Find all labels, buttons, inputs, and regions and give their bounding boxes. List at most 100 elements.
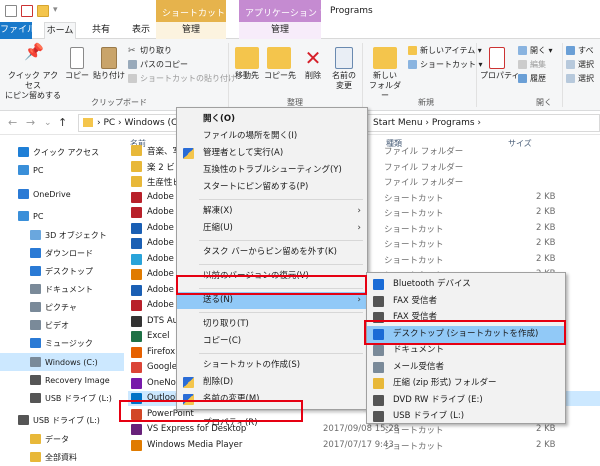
context-menu-item[interactable]: 圧縮(U) › (177, 220, 367, 237)
nav-item[interactable]: USB ドライブ (L:) (0, 389, 124, 407)
tab-view[interactable]: 表示 (126, 22, 156, 39)
open-button[interactable]: 開く ▾ (518, 45, 553, 56)
context-menu-label: 互換性のトラブルシューティング(Y) (203, 165, 342, 175)
paste-shortcut-button[interactable]: ショートカットの貼り付け (128, 73, 236, 84)
context-menu-label: ショートカットの作成(S) (203, 360, 301, 370)
nav-item[interactable]: ドキュメント (0, 280, 124, 298)
new-folder-button[interactable]: 新しい フォルダー (366, 47, 404, 101)
forward-arrow-icon[interactable]: → (26, 116, 35, 129)
sendto-item[interactable]: DVD RW ドライブ (E:) (367, 392, 565, 409)
nav-item[interactable]: Windows (C:) (0, 353, 124, 371)
context-menu-item[interactable]: 互換性のトラブルシューティング(Y) (177, 162, 367, 179)
paste-button[interactable]: 貼り付け (92, 47, 126, 81)
pin-quick-access-button[interactable]: 📌 クイック アクセス にピン留めする (4, 44, 62, 101)
tab-manage-shortcut[interactable]: 管理 (156, 22, 226, 39)
file-size: 2 KB (536, 238, 556, 248)
file-type: ショートカット (384, 240, 444, 250)
nav-item[interactable]: ダウンロード (0, 244, 124, 262)
ctx-tab-app: アプリケーション ツール (239, 0, 347, 22)
nav-item[interactable]: 3D オブジェクト (0, 226, 124, 244)
menu-separator (199, 353, 363, 354)
copy-to-button[interactable]: コピー先 (264, 47, 296, 81)
nav-item[interactable]: ミュージック (0, 334, 124, 352)
nav-item[interactable]: USB ドライブ (L:) (0, 411, 124, 429)
nav-item-label: ドキュメント (45, 284, 93, 294)
sendto-item-icon (373, 378, 384, 389)
tab-share[interactable]: 共有 (86, 22, 116, 39)
folder-icon (83, 118, 93, 127)
move-to-button[interactable]: 移動先 (232, 47, 262, 81)
up-arrow-icon[interactable]: ↑ (58, 116, 67, 129)
sendto-item[interactable]: 圧縮 (zip 形式) フォルダー (367, 375, 565, 392)
properties-button[interactable]: プロパティ (480, 47, 520, 81)
ctx-tab-shortcut: ショートカット ツール (156, 0, 255, 22)
ribbon-tabs: ファイル ホーム 共有 表示 管理 管理 (0, 22, 600, 39)
sendto-item[interactable]: FAX 受信者 (367, 293, 565, 310)
history-icon (518, 74, 527, 83)
copy-path-button[interactable]: パスのコピー (128, 59, 188, 70)
nav-item[interactable]: デスクトップ (0, 262, 124, 280)
delete-button[interactable]: ✕ 削除 (300, 47, 326, 81)
sendto-item[interactable]: USB ドライブ (L:) (367, 408, 565, 425)
nav-item[interactable]: データ (0, 430, 124, 448)
context-menu-item[interactable]: コピー(C) (177, 333, 367, 350)
easy-access-button[interactable]: ショートカット ▾ (408, 59, 483, 70)
new-item-button[interactable]: 新しいアイテム ▾ (408, 45, 482, 56)
file-type: ショートカット (384, 209, 444, 219)
nav-item[interactable]: PC (0, 207, 124, 225)
nav-item-icon (30, 248, 41, 258)
file-icon (131, 222, 142, 234)
qat-checkbox-icon[interactable] (21, 5, 33, 17)
nav-item[interactable]: Recovery Image (0, 371, 124, 389)
nav-item[interactable]: OneDrive (0, 185, 124, 203)
sendto-item[interactable]: Bluetooth デバイス (367, 276, 565, 293)
select-none-button[interactable]: 選択 (566, 59, 594, 70)
context-menu-item[interactable]: 開く(O) (177, 111, 367, 128)
sendto-item-icon (373, 394, 384, 406)
ribbon: 📌 クイック アクセス にピン留めする コピー 貼り付け ✂ 切り取り パスのコピ… (0, 39, 600, 111)
qat-folder-icon[interactable] (37, 5, 49, 17)
invert-selection-button[interactable]: 選択 (566, 73, 594, 84)
context-menu-item[interactable]: 切り取り(T) (177, 316, 367, 333)
file-icon (131, 300, 142, 311)
nav-item-label: PC (33, 211, 44, 221)
highlight-outlook (119, 400, 303, 422)
file-type: ショートカット (384, 224, 444, 235)
nav-item[interactable]: PC (0, 161, 124, 179)
sendto-item[interactable]: メール受信者 (367, 359, 565, 376)
qat-properties-icon[interactable] (5, 5, 17, 17)
tab-home[interactable]: ホーム (44, 22, 76, 39)
context-menu-item[interactable]: ファイルの場所を開く(I) (177, 128, 367, 145)
tab-file[interactable]: ファイル (0, 22, 36, 39)
context-menu-item[interactable]: 管理者として実行(A) (177, 145, 367, 162)
nav-item[interactable]: ピクチャ (0, 298, 124, 316)
shield-icon (183, 377, 194, 388)
nav-item[interactable]: クイック アクセス (0, 143, 124, 161)
history-button[interactable]: 履歴 (518, 73, 546, 84)
file-row[interactable]: Windows Media Player 2017/07/17 9:43 ショートカ… (128, 438, 600, 453)
context-menu-item[interactable]: 削除(D) (177, 374, 367, 391)
select-all-button[interactable]: すべ (566, 45, 593, 56)
qat-dropdown-icon[interactable]: ▾ (53, 5, 58, 15)
recent-chevron-icon[interactable]: ⌄ (44, 118, 52, 128)
sendto-label: FAX 受信者 (393, 295, 437, 306)
file-icon (131, 284, 142, 296)
file-type: ショートカット (384, 441, 444, 452)
file-icon (131, 145, 142, 156)
back-arrow-icon[interactable]: ← (8, 116, 17, 129)
context-menu-item[interactable]: スタートにピン留めする(P) (177, 179, 367, 196)
nav-item[interactable]: ビデオ (0, 316, 124, 334)
tab-manage-app[interactable]: 管理 (239, 22, 321, 39)
copy-button[interactable]: コピー (64, 47, 90, 81)
context-menu-item[interactable]: ショートカットの作成(S) (177, 357, 367, 374)
file-icon (131, 331, 142, 342)
nav-item-icon (30, 393, 41, 403)
file-icon (131, 315, 142, 327)
nav-item[interactable]: 全部資料 (0, 448, 124, 466)
menu-separator (199, 199, 363, 200)
rename-button[interactable]: 名前の 変更 (330, 47, 358, 91)
edit-button[interactable]: 編集 (518, 59, 546, 70)
cut-button[interactable]: ✂ 切り取り (128, 45, 172, 56)
context-menu-item[interactable]: 解凍(X) › (177, 203, 367, 220)
context-menu-item[interactable]: タスク バーからピン留めを外す(K) (177, 244, 367, 261)
